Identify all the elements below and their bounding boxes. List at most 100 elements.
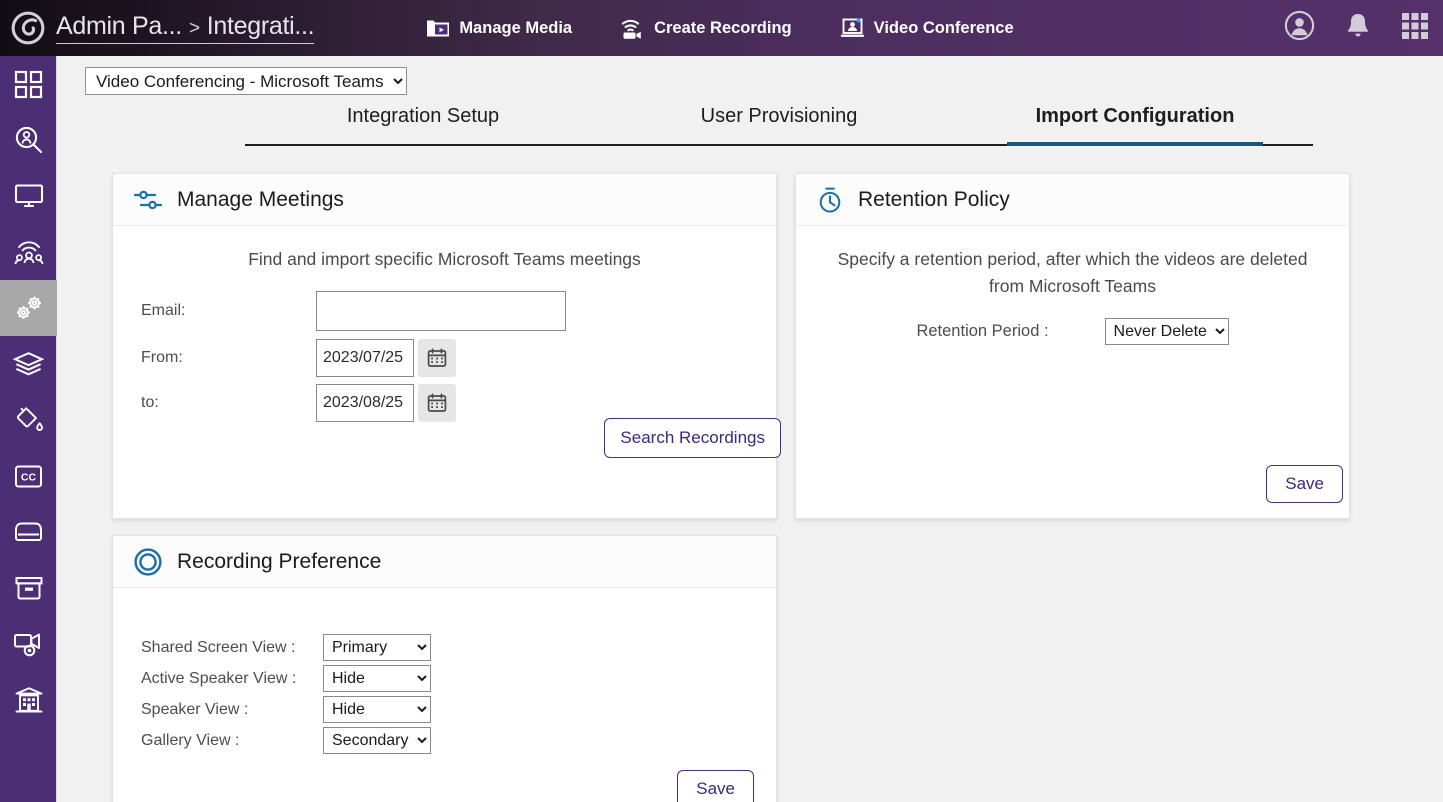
pref-row-speaker-view: Speaker View : PrimarySecondaryHide: [141, 694, 431, 725]
pref-row-gallery-view: Gallery View : PrimarySecondaryHide: [141, 725, 431, 756]
sidebar-item-archive[interactable]: [0, 560, 57, 616]
tab-import-configuration-label: Import Configuration: [1035, 105, 1235, 127]
sidebar-item-live-audience[interactable]: [0, 224, 57, 280]
sidebar-item-dashboard[interactable]: [0, 56, 57, 112]
breadcrumb[interactable]: Admin Pa... > Integrati...: [56, 12, 315, 44]
main-content: Video Conferencing - Microsoft Teams Int…: [57, 56, 1443, 802]
email-label: Email:: [141, 302, 186, 319]
sidebar-item-layers[interactable]: [0, 336, 57, 392]
retention-policy-title: Retention Policy: [858, 187, 1010, 211]
recording-preference-header: Recording Preference: [113, 536, 776, 588]
media-folder-icon: [426, 17, 450, 39]
recording-preference-rows: Shared Screen View : PrimarySecondaryHid…: [141, 632, 431, 756]
manage-meetings-card: Manage Meetings Find and import specific…: [112, 173, 781, 519]
user-search-icon: [14, 125, 44, 155]
to-label: to:: [141, 394, 159, 411]
calendar-icon: [427, 348, 447, 368]
building-icon: [14, 686, 44, 714]
live-audience-icon: [13, 237, 45, 267]
sidebar-item-settings[interactable]: [0, 280, 57, 336]
tab-integration-setup-label: Integration Setup: [346, 105, 500, 127]
from-date-wrap: [316, 339, 456, 377]
sliders-icon: [133, 187, 163, 213]
record-circle-icon: [133, 547, 163, 577]
tab-import-configuration[interactable]: Import Configuration: [957, 100, 1313, 146]
left-sidebar: CC: [0, 56, 57, 802]
to-calendar-button[interactable]: [418, 384, 456, 422]
pref-select-speaker-view[interactable]: PrimarySecondaryHide: [323, 696, 431, 723]
dashboard-grid-icon: [14, 70, 43, 99]
sidebar-item-theme[interactable]: [0, 392, 57, 448]
video-camera-record-icon: [13, 630, 44, 658]
laptop-person-icon: [840, 17, 865, 39]
to-date-row: to:: [141, 384, 456, 422]
to-date-input[interactable]: [316, 384, 414, 422]
header-actions: [1284, 0, 1429, 56]
sidebar-item-organization[interactable]: [0, 672, 57, 728]
retention-policy-header: Retention Policy: [796, 174, 1349, 226]
pref-row-shared-screen: Shared Screen View : PrimarySecondaryHid…: [141, 632, 431, 663]
to-date-wrap: [316, 384, 456, 422]
sidebar-item-captions[interactable]: CC: [0, 448, 57, 504]
retention-period-select[interactable]: Never Delete: [1104, 318, 1229, 345]
breadcrumb-separator: >: [188, 18, 200, 39]
stopwatch-icon: [816, 186, 844, 214]
manage-meetings-subtitle: Find and import specific Microsoft Teams…: [248, 249, 641, 269]
recording-preference-save-button[interactable]: Save: [677, 770, 754, 802]
nav-create-recording-label: Create Recording: [654, 18, 792, 37]
recorder-wifi-icon: [620, 16, 645, 40]
recording-preference-card: Recording Preference Shared Screen View …: [112, 535, 777, 802]
app-grid-icon[interactable]: [1401, 12, 1429, 45]
layers-icon: [13, 351, 44, 378]
notifications-bell-icon[interactable]: [1345, 12, 1371, 45]
device-icon: [13, 520, 44, 544]
email-input[interactable]: [316, 291, 566, 331]
svg-text:CC: CC: [21, 471, 37, 483]
retention-period-label: Retention Period :: [916, 322, 1049, 340]
tab-integration-setup[interactable]: Integration Setup: [245, 100, 601, 144]
top-header-bar: Admin Pa... > Integrati... Manage Media: [0, 0, 1443, 56]
settings-gears-icon: [13, 293, 45, 323]
breadcrumb-current[interactable]: Integrati...: [207, 12, 315, 41]
tab-user-provisioning-label: User Provisioning: [700, 105, 858, 127]
search-recordings-button[interactable]: Search Recordings: [604, 418, 781, 458]
breadcrumb-root[interactable]: Admin Pa...: [56, 12, 182, 41]
manage-meetings-header: Manage Meetings: [113, 174, 776, 226]
nav-create-recording[interactable]: Create Recording: [620, 16, 792, 40]
retention-period-row: Retention Period : Never Delete: [796, 318, 1349, 345]
pref-select-shared-screen[interactable]: PrimarySecondaryHide: [323, 634, 431, 661]
nav-video-conference-label: Video Conference: [873, 18, 1014, 37]
sidebar-item-recording[interactable]: [0, 616, 57, 672]
from-calendar-button[interactable]: [418, 339, 456, 377]
tab-user-provisioning[interactable]: User Provisioning: [601, 100, 957, 144]
top-nav: Manage Media Create Recording Video Conf…: [426, 16, 1014, 40]
pref-row-active-speaker: Active Speaker View : PrimarySecondaryHi…: [141, 663, 431, 694]
nav-video-conference[interactable]: Video Conference: [840, 17, 1014, 39]
monitor-icon: [14, 183, 44, 209]
pref-label-speaker-view: Speaker View :: [141, 700, 249, 718]
spiral-logo-icon[interactable]: [10, 10, 46, 46]
pref-select-active-speaker[interactable]: PrimarySecondaryHide: [323, 665, 431, 692]
archive-box-icon: [14, 575, 44, 601]
email-field-row: Email:: [141, 291, 566, 331]
from-date-input[interactable]: [316, 339, 414, 377]
pref-label-active-speaker: Active Speaker View :: [141, 669, 297, 687]
calendar-icon: [427, 393, 447, 413]
manage-meetings-title: Manage Meetings: [177, 187, 344, 211]
from-date-row: From:: [141, 339, 456, 377]
sidebar-item-monitor[interactable]: [0, 168, 57, 224]
nav-manage-media[interactable]: Manage Media: [426, 17, 572, 39]
account-icon[interactable]: [1284, 10, 1315, 46]
nav-manage-media-label: Manage Media: [459, 18, 573, 37]
retention-save-button[interactable]: Save: [1266, 465, 1343, 503]
pref-label-gallery-view: Gallery View :: [141, 731, 240, 749]
pref-select-gallery-view[interactable]: PrimarySecondaryHide: [323, 727, 431, 754]
sidebar-item-device[interactable]: [0, 504, 57, 560]
manage-meetings-form: Email: From: 2023/07/25 to: 2023/08/25 S…: [113, 283, 781, 458]
closed-captions-icon: CC: [14, 464, 43, 489]
paint-bucket-icon: [14, 405, 44, 435]
tab-bar: Integration Setup User Provisioning Impo…: [245, 100, 1313, 146]
sidebar-item-user-search[interactable]: [0, 112, 57, 168]
integration-select[interactable]: Video Conferencing - Microsoft Teams: [85, 67, 407, 95]
pref-label-shared-screen: Shared Screen View :: [141, 638, 296, 656]
